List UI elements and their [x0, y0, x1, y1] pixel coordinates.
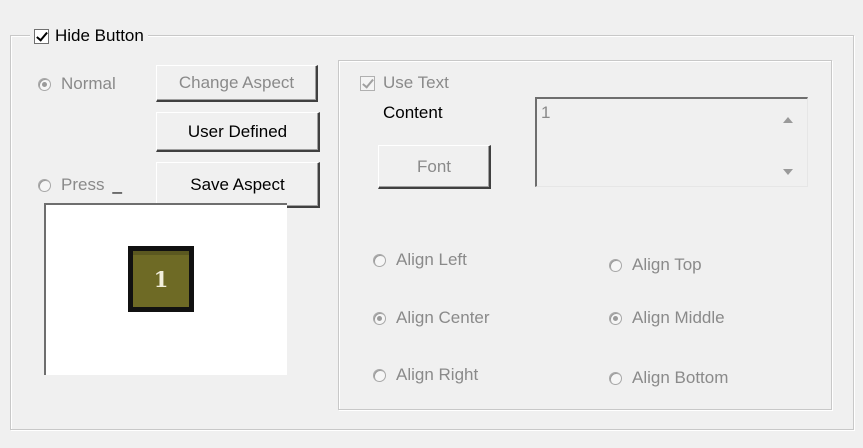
normal-radio-row[interactable]: Normal: [38, 74, 116, 94]
align-bottom-row[interactable]: Align Bottom: [609, 368, 728, 388]
align-center-label: Align Center: [396, 308, 490, 327]
scroll-down-icon[interactable]: [783, 169, 793, 175]
align-center-row[interactable]: Align Center: [373, 308, 490, 328]
align-middle-row[interactable]: Align Middle: [609, 308, 725, 328]
use-text-label: Use Text: [383, 73, 449, 92]
hide-button-title[interactable]: Hide Button: [30, 25, 148, 47]
align-right-radio[interactable]: [373, 368, 386, 382]
content-value: 1: [541, 103, 551, 122]
align-bottom-label: Align Bottom: [632, 368, 729, 387]
align-right-row[interactable]: Align Right: [373, 365, 478, 385]
save-aspect-button[interactable]: Save Aspect: [156, 162, 320, 208]
align-middle-radio[interactable]: [609, 311, 622, 325]
use-text-row[interactable]: Use Text: [360, 73, 449, 93]
align-top-row[interactable]: Align Top: [609, 255, 702, 275]
hide-button-label: Hide Button: [55, 26, 144, 45]
preview-tile-face: 1: [133, 251, 189, 307]
normal-radio[interactable]: [38, 77, 51, 91]
press-label: Press: [61, 175, 105, 194]
button-preview: 1: [44, 203, 287, 375]
hide-button-checkbox[interactable]: [34, 28, 49, 44]
scroll-up-icon[interactable]: [783, 117, 793, 123]
align-center-radio[interactable]: [373, 311, 386, 325]
use-text-checkbox[interactable]: [360, 75, 375, 91]
change-aspect-button[interactable]: Change Aspect: [156, 65, 318, 102]
align-bottom-radio[interactable]: [609, 371, 622, 385]
align-top-label: Align Top: [632, 255, 702, 274]
content-textarea[interactable]: 1: [535, 97, 808, 187]
preview-tile: 1: [128, 246, 194, 312]
align-left-row[interactable]: Align Left: [373, 250, 467, 270]
align-middle-label: Align Middle: [632, 308, 725, 327]
align-left-radio[interactable]: [373, 253, 386, 267]
press-radio-row[interactable]: Press _: [38, 175, 122, 195]
press-suffix: _: [112, 175, 122, 194]
normal-label: Normal: [61, 74, 116, 93]
font-button[interactable]: Font: [378, 145, 491, 189]
content-label: Content: [383, 103, 443, 122]
align-top-radio[interactable]: [609, 258, 622, 272]
align-left-label: Align Left: [396, 250, 467, 269]
preview-tile-label: 1: [153, 266, 169, 292]
user-defined-button[interactable]: User Defined: [156, 112, 320, 152]
press-radio[interactable]: [38, 178, 51, 192]
align-right-label: Align Right: [396, 365, 479, 384]
